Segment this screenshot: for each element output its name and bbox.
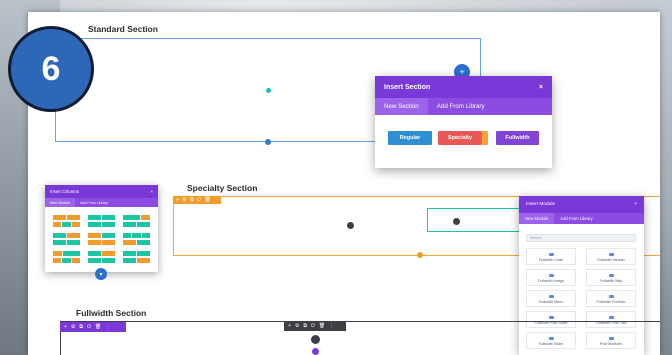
modal-header: Insert Module × [519,196,644,213]
tab-new-module[interactable]: New Module [519,213,555,224]
column-layout-option[interactable] [88,215,115,220]
module-toolbar[interactable]: + ⚙ ⧉ ⏻ 🗑 ⋮ [284,321,346,331]
modal-tabs: New Module Add From Library [519,213,644,224]
section-dot[interactable] [312,348,319,355]
title-icon [608,316,614,319]
column-layout-option[interactable] [88,233,115,238]
step-number-badge: 6 [8,26,94,112]
chevron-down-icon[interactable]: ▾ [95,268,107,280]
column-layout-option[interactable] [88,222,115,227]
column-layout-option[interactable] [123,222,150,227]
column-layout-option[interactable] [88,258,115,263]
specialty-column[interactable] [427,208,527,232]
column-layout-option[interactable] [123,240,150,245]
row-dot[interactable] [266,88,271,93]
header-icon [608,253,614,256]
column-layout-option[interactable] [53,258,80,263]
map-icon [608,274,614,277]
column-layout-option[interactable] [53,215,80,220]
module-fullwidth-menu[interactable]: Fullwidth Menu [526,290,576,307]
column-layout-option[interactable] [53,222,80,227]
fullwidth-section-button[interactable]: Fullwidth [496,131,539,145]
close-icon[interactable]: × [634,202,637,207]
module-label: Fullwidth Map [599,279,623,283]
column-layout-option[interactable] [123,233,150,238]
module-search-input[interactable]: Search [526,234,636,242]
standard-section-label: Standard Section [88,24,158,34]
image-icon [548,274,554,277]
fullwidth-section-toolbar[interactable]: + ⚙ ⧉ ⏻ 🗑 ⋮ [60,322,126,332]
add-module-dot[interactable] [311,335,320,344]
tab-new-section[interactable]: New Section [375,98,428,115]
insert-section-modal: Insert Section × New Section Add From Li… [375,76,552,168]
specialty-accent [482,131,488,145]
builder-canvas: Standard Section + Insert Section × New … [28,12,660,355]
column-layout-option[interactable] [123,258,150,263]
menu-icon [548,295,554,298]
tab-add-from-library[interactable]: Add From Library [75,198,113,207]
module-fullwidth-header[interactable]: Fullwidth Header [586,248,636,265]
module-fullwidth-image[interactable]: Fullwidth Image [526,269,576,286]
slider-icon [548,316,554,319]
tab-add-from-library[interactable]: Add From Library [428,98,494,115]
module-label: Fullwidth Code [538,258,564,262]
close-icon[interactable]: × [539,84,543,91]
column-layout-option[interactable] [53,240,80,245]
fullwidth-section[interactable] [60,321,660,355]
module-fullwidth-map[interactable]: Fullwidth Map [586,269,636,286]
module-label: Fullwidth Portfolio [596,300,626,304]
modal-title: Insert Columns [50,189,79,194]
tab-new-module[interactable]: New Module [45,198,75,207]
module-label: Fullwidth Header [597,258,625,262]
add-module-dot[interactable] [347,222,354,229]
module-fullwidth-portfolio[interactable]: Fullwidth Portfolio [586,290,636,307]
column-layout-option[interactable] [88,240,115,245]
tab-add-from-library[interactable]: Add From Library [554,213,598,224]
modal-header: Insert Section × [375,76,552,98]
regular-section-button[interactable]: Regular [388,131,432,145]
modal-title: Insert Section [384,83,431,91]
column-layout-option[interactable] [88,251,115,256]
module-label: Fullwidth Image [538,279,564,283]
modal-title: Insert Module [526,202,556,207]
close-icon[interactable]: × [150,189,153,194]
modal-tabs: New Section Add From Library [375,98,552,115]
portfolio-icon [608,295,614,298]
modal-tabs: New Module Add From Library [45,198,158,207]
modal-header: Insert Columns × [45,185,158,198]
insert-columns-modal: Insert Columns × New Module Add From Lib… [45,185,158,272]
specialty-section-label: Specialty Section [187,183,258,193]
column-layout-option[interactable] [123,215,150,220]
module-label: Fullwidth Menu [538,300,564,304]
code-icon [548,253,554,256]
specialty-toolbar[interactable]: + ⚙ ⧉ ⏻ 🗑 ⋮ [173,196,221,204]
column-layout-option[interactable] [53,251,80,256]
modal-body: Regular Specialty Fullwidth [375,115,552,168]
add-module-dot[interactable] [453,218,460,225]
section-dot[interactable] [265,139,271,145]
column-layout-option[interactable] [53,233,80,238]
specialty-section-button[interactable]: Specialty [438,131,482,145]
section-dot[interactable] [417,252,423,258]
fullwidth-section-label: Fullwidth Section [76,308,147,318]
module-fullwidth-code[interactable]: Fullwidth Code [526,248,576,265]
column-layout-option[interactable] [123,251,150,256]
